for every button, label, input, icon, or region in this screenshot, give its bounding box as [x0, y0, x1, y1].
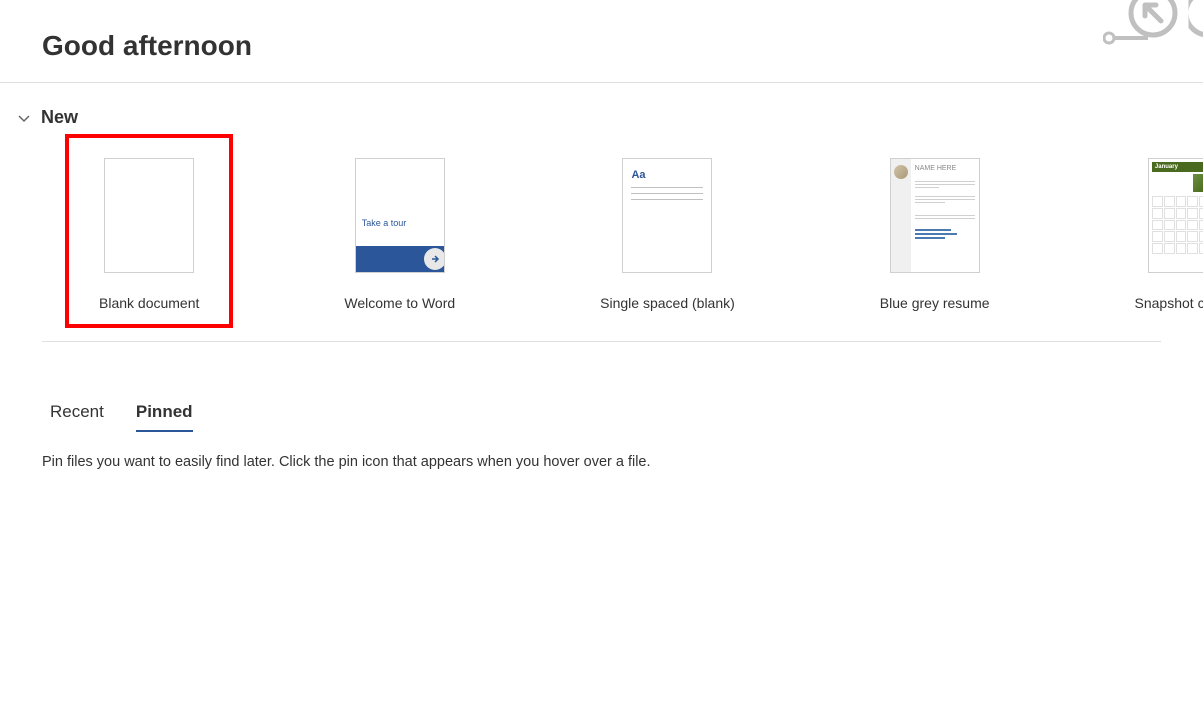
new-section-title: New	[41, 107, 78, 128]
chevron-down-icon	[17, 111, 31, 125]
template-label: Single spaced (blank)	[600, 295, 735, 311]
annotation-arrow-icon	[1103, 0, 1203, 50]
cal-header: January YEAR	[1152, 162, 1203, 172]
cal-image	[1193, 174, 1203, 192]
template-thumbnail-resume: NAME HERE	[890, 158, 980, 273]
greeting-text: Good afternoon	[42, 30, 1203, 62]
template-label: Snapshot calendar	[1135, 295, 1203, 311]
aa-text: Aa	[631, 169, 703, 181]
template-label: Blue grey resume	[880, 295, 990, 311]
template-blue-grey-resume[interactable]: NAME HERE Blu	[880, 158, 990, 311]
avatar-icon	[894, 165, 908, 179]
resume-sidebar	[891, 159, 911, 272]
arrow-right-icon	[424, 248, 445, 270]
tab-pinned[interactable]: Pinned	[136, 402, 193, 432]
file-tabs-section: Recent Pinned Pin files you want to easi…	[0, 342, 1203, 470]
tab-recent[interactable]: Recent	[50, 402, 104, 432]
template-thumbnail-calendar: January YEAR	[1148, 158, 1203, 273]
template-single-spaced[interactable]: Aa Single spaced (blank)	[600, 158, 735, 311]
cal-grid	[1152, 196, 1203, 254]
start-header: Good afternoon	[0, 0, 1203, 83]
resume-name: NAME HERE	[915, 165, 975, 173]
template-thumbnail-single: Aa	[622, 158, 712, 273]
file-tabs: Recent Pinned	[50, 402, 1203, 432]
tour-text: Take a tour	[356, 212, 444, 246]
template-thumbnail-blank	[104, 158, 194, 273]
templates-row: Blank document Take a tour Welcome to Wo…	[42, 158, 1161, 342]
template-label: Welcome to Word	[344, 295, 455, 311]
new-section-toggle[interactable]: New	[17, 107, 1161, 128]
welcome-bar	[356, 246, 444, 272]
template-snapshot-calendar[interactable]: January YEAR Snapshot calendar	[1135, 158, 1203, 311]
template-label: Blank document	[99, 295, 199, 311]
pinned-empty-message: Pin files you want to easily find later.…	[42, 454, 1203, 470]
template-blank-document[interactable]: Blank document	[69, 138, 229, 324]
new-section: New Blank document Take a tour Welcome t…	[0, 83, 1203, 342]
template-welcome-to-word[interactable]: Take a tour Welcome to Word	[344, 158, 455, 311]
cal-month: January	[1155, 164, 1178, 170]
template-thumbnail-welcome: Take a tour	[355, 158, 445, 273]
resume-body: NAME HERE	[911, 159, 979, 272]
